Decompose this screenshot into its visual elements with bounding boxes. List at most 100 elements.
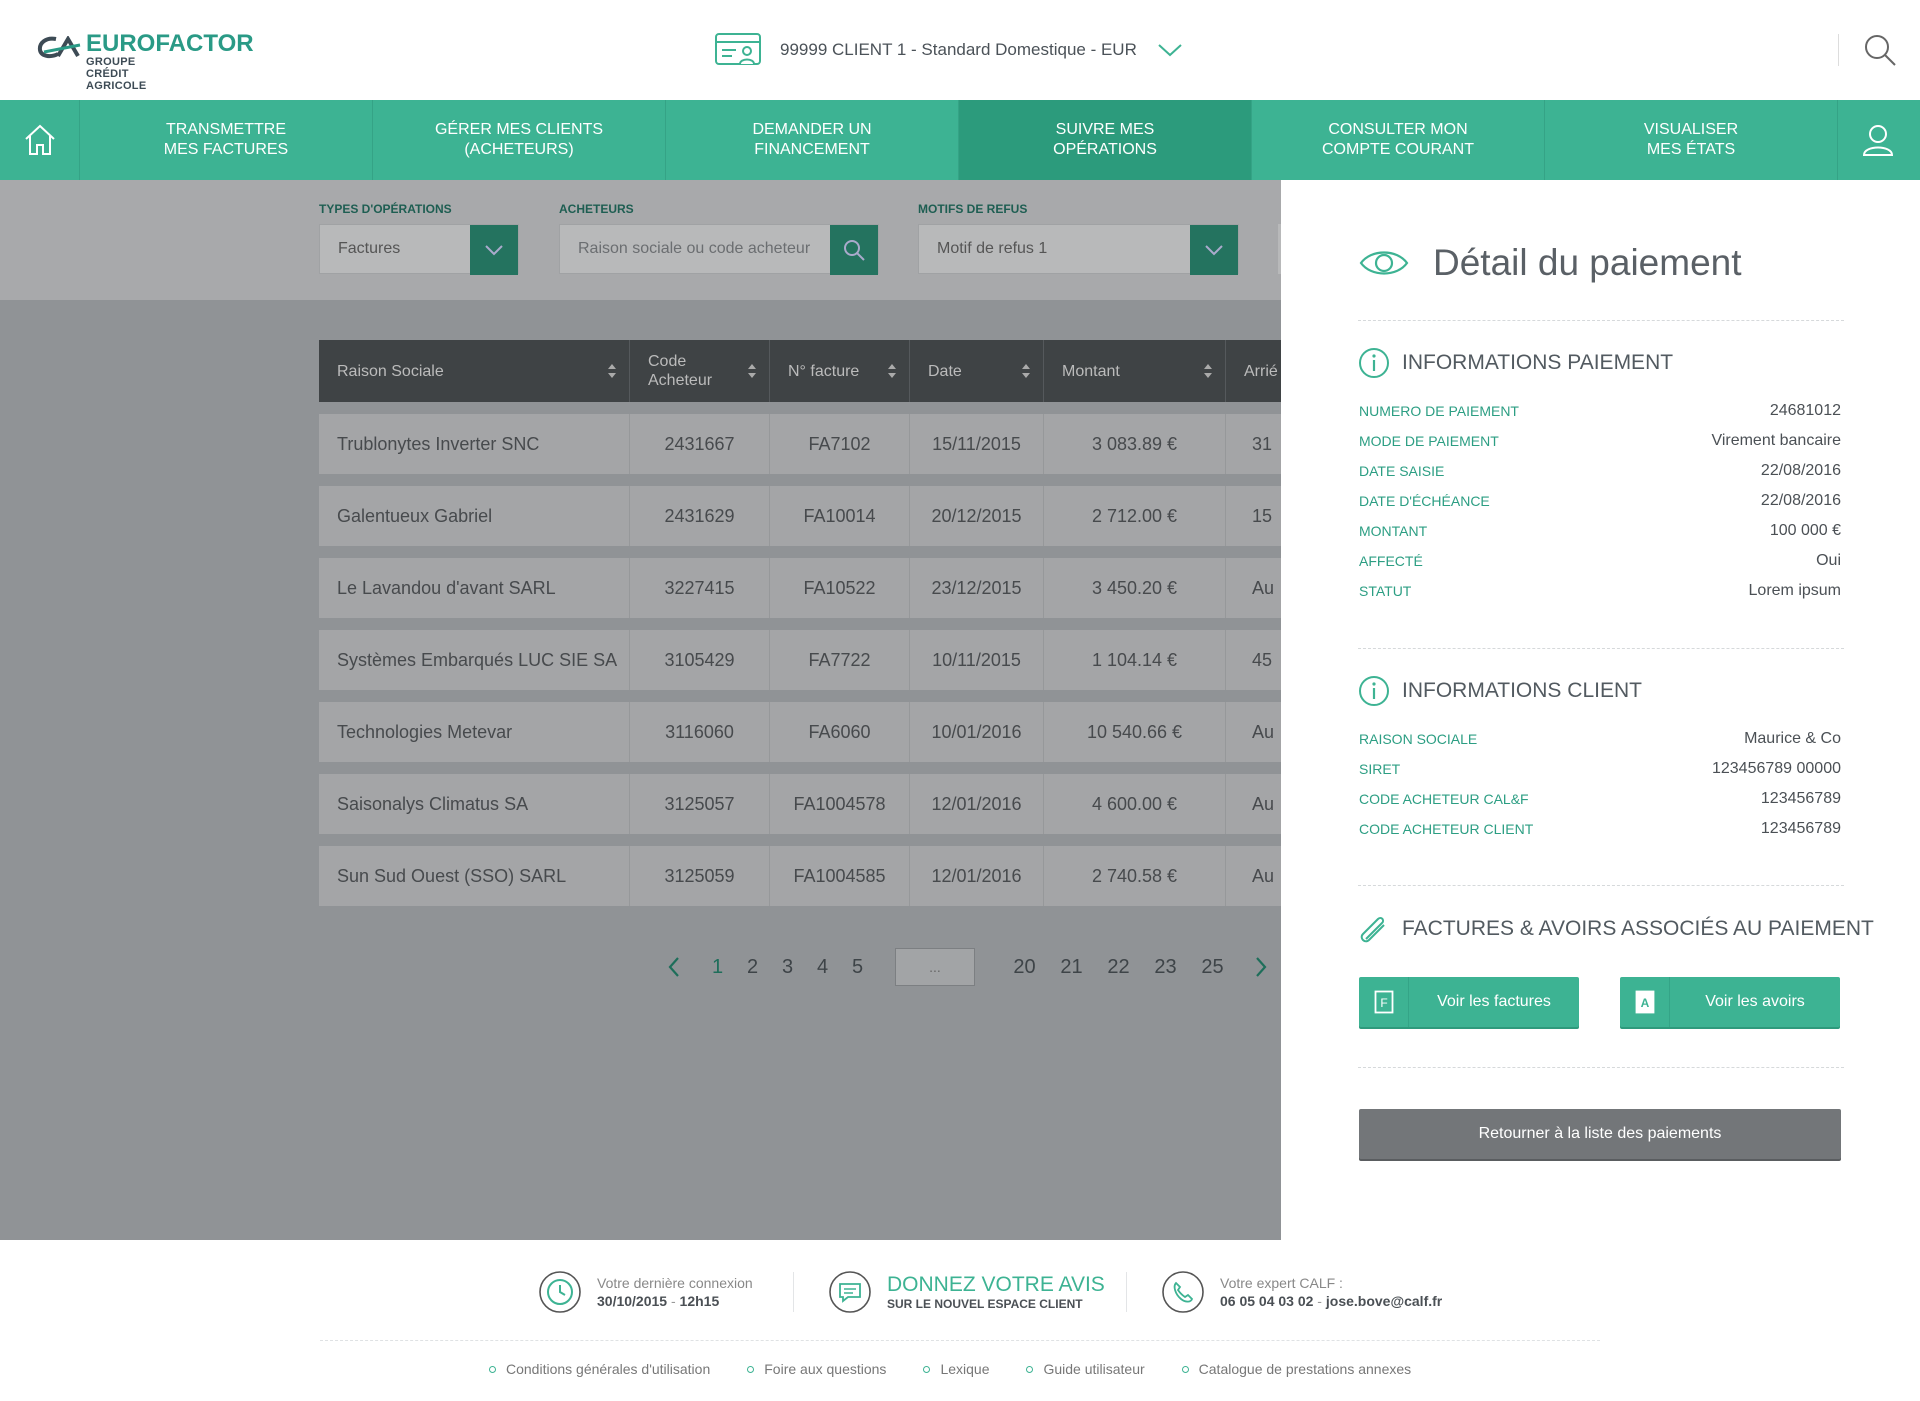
table-row[interactable]: Galentueux Gabriel 2431629 FA10014 20/12/20… [319,486,1281,546]
table-row[interactable]: Technologies Metevar 3116060 FA6060 10/01/2… [319,702,1281,762]
page-link[interactable]: 23 [1142,956,1189,979]
page-link[interactable]: 20 [1001,956,1048,979]
page-link[interactable]: 22 [1095,956,1142,979]
col-numero-facture[interactable]: N° facture [770,340,910,402]
credit-icon-letter: A [1640,996,1649,1010]
payment-info-row: STATUT Lorem ipsum [1359,576,1841,606]
associated-docs-heading: FACTURES & AVOIRS ASSOCIÉS AU PAIEMENT [1358,913,1874,945]
cell-raison-sociale: Trublonytes Inverter SNC [319,414,630,474]
payment-info-key: NUMERO DE PAIEMENT [1359,403,1519,419]
acheteurs-search-input[interactable]: Raison sociale ou code acheteur [559,224,879,275]
table-row[interactable]: Trublonytes Inverter SNC 2431667 FA7102 15/… [319,414,1281,474]
bullet-icon [489,1365,496,1373]
page-link[interactable]: 3 [770,956,805,979]
col-montant[interactable]: Montant [1044,340,1226,402]
cell-date: 12/01/2016 [910,774,1044,834]
table-row[interactable]: Saisonalys Climatus SA 3125057 FA1004578 12… [319,774,1281,834]
col-label: Code Acheteur [648,353,713,389]
payment-info-row: NUMERO DE PAIEMENT 24681012 [1359,396,1841,426]
chevron-right-icon [1256,957,1267,977]
col-date[interactable]: Date [910,340,1044,402]
user-account-button[interactable] [1838,100,1918,180]
table-row[interactable]: Le Lavandou d'avant SARL 3227415 FA10522 23… [319,558,1281,618]
view-credits-label: Voir les avoirs [1705,993,1805,1010]
view-invoices-button[interactable]: F Voir les factures [1359,977,1579,1027]
page-link[interactable]: 5 [840,956,875,979]
cell-raison-sociale: Le Lavandou d'avant SARL [319,558,630,618]
footer-link-label: Conditions générales d'utilisation [506,1361,711,1377]
feedback-link[interactable]: DONNEZ VOTRE AVIS SUR LE NOUVEL ESPACE C… [828,1270,1105,1314]
credit-doc-icon: A [1620,977,1670,1027]
cell-montant: 4 600.00 € [1044,774,1226,834]
col-label: Date [928,362,962,380]
col-code-acheteur[interactable]: Code Acheteur [630,340,770,402]
main-nav: TRANSMETTRE MES FACTURES GÉRER MES CLIEN… [0,100,1920,180]
page-ellipsis[interactable]: ... [895,948,975,986]
footer-link[interactable]: Foire aux questions [747,1361,886,1377]
payment-detail-panel: Détail du paiement INFORMATIONS PAIEMENT… [1281,180,1920,1240]
footer: Votre dernière connexion 30/10/2015 - 12… [0,1240,1920,1401]
acheteurs-search-button[interactable] [830,225,878,275]
clock-icon [539,1271,581,1313]
expert-phone[interactable]: 06 05 04 03 02 [1220,1293,1313,1309]
motifs-dropdown-button[interactable] [1190,225,1238,275]
cell-code-acheteur: 2431667 [630,414,770,474]
return-to-payments-button[interactable]: Retourner à la liste des paiements [1359,1109,1841,1159]
table-header: Raison Sociale Code Acheteur N° facture … [319,340,1281,402]
prev-page-button[interactable] [654,952,694,982]
cell-numero-facture: FA7102 [770,414,910,474]
info-icon [1359,348,1389,378]
home-button[interactable] [0,100,80,180]
expert-email[interactable]: jose.bove@calf.fr [1326,1293,1442,1309]
col-raison-sociale[interactable]: Raison Sociale [319,340,630,402]
types-operations-select[interactable]: Factures [319,224,519,275]
payment-info-key: MODE DE PAIEMENT [1359,433,1499,449]
cell-numero-facture: FA7722 [770,630,910,690]
nav-suivre-operations[interactable]: SUIVRE MES OPÉRATIONS [959,100,1252,180]
nav-visualiser-etats[interactable]: VISUALISER MES ÉTATS [1545,100,1838,180]
footer-link[interactable]: Catalogue de prestations annexes [1181,1361,1411,1377]
cell-montant: 2 712.00 € [1044,486,1226,546]
bullet-icon [1181,1365,1189,1373]
top-header: EUROFACTOR GROUPE CRÉDIT AGRICOLE 99999 … [0,0,1920,100]
cell-numero-facture: FA1004578 [770,774,910,834]
eye-icon [1359,251,1409,275]
motifs-refus-select[interactable]: Motif de refus 1 [918,224,1239,275]
cell-code-acheteur: 3227415 [630,558,770,618]
table-row[interactable]: Sun Sud Ouest (SSO) SARL 3125059 FA1004585… [319,846,1281,906]
footer-link[interactable]: Guide utilisateur [1026,1361,1145,1377]
nav-consulter-compte[interactable]: CONSULTER MON COMPTE COURANT [1252,100,1545,180]
cell-code-acheteur: 3125059 [630,846,770,906]
client-info-title: INFORMATIONS CLIENT [1402,679,1642,702]
types-dropdown-button[interactable] [470,225,518,275]
last-login-date: 30/10/2015 [597,1293,668,1309]
cell-date: 10/11/2015 [910,630,1044,690]
col-arriere[interactable]: Arrié [1226,340,1281,402]
view-invoices-label: Voir les factures [1437,993,1551,1010]
next-page-button[interactable] [1241,952,1281,982]
client-info-row: CODE ACHETEUR CAL&F 123456789 [1359,784,1841,814]
nav-gerer-clients[interactable]: GÉRER MES CLIENTS (ACHETEURS) [373,100,666,180]
cell-date: 12/01/2016 [910,846,1044,906]
page-link[interactable]: 4 [805,956,840,979]
client-selector[interactable]: 99999 CLIENT 1 - Standard Domestique - E… [714,30,1183,70]
page-link[interactable]: 2 [735,956,770,979]
search-icon[interactable] [1862,32,1898,68]
page-link[interactable]: 21 [1048,956,1095,979]
footer-link[interactable]: Conditions générales d'utilisation [489,1361,710,1377]
table-row[interactable]: Systèmes Embarqués LUC SIE SA 3105429 FA77… [319,630,1281,690]
associated-docs-title: FACTURES & AVOIRS ASSOCIÉS AU PAIEMENT [1402,917,1874,940]
footer-link-label: Foire aux questions [764,1361,887,1377]
cell-code-acheteur: 3116060 [630,702,770,762]
page-link[interactable]: 25 [1189,956,1236,979]
last-login-time: 12h15 [679,1293,720,1309]
footer-link[interactable]: Lexique [923,1361,989,1377]
page-link[interactable]: 1 [700,956,735,979]
view-credits-button[interactable]: A Voir les avoirs [1620,977,1840,1027]
col-label: Raison Sociale [337,362,444,380]
cell-montant: 2 740.58 € [1044,846,1226,906]
nav-transmettre-factures[interactable]: TRANSMETTRE MES FACTURES [80,100,373,180]
payment-info-row: MONTANT 100 000 € [1359,516,1841,546]
nav-demander-financement[interactable]: DEMANDER UN FINANCEMENT [666,100,959,180]
bullet-icon [923,1365,931,1373]
